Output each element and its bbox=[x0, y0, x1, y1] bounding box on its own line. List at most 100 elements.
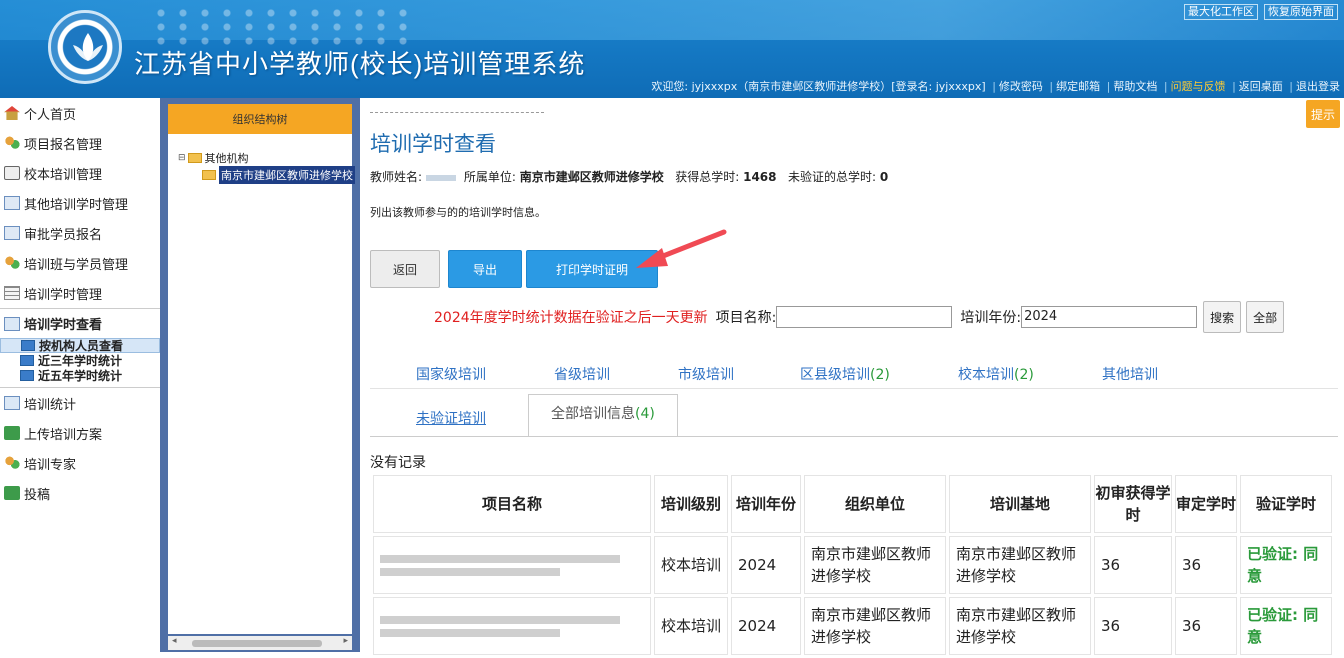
tab-other[interactable]: 其他培训 bbox=[1102, 364, 1158, 384]
tab-national[interactable]: 国家级培训 bbox=[416, 364, 486, 384]
nav-upload-plan[interactable]: 上传培训方案 bbox=[0, 418, 160, 448]
folder-icon bbox=[202, 170, 216, 180]
table-row[interactable]: 校本培训 2024 南京市建邺区教师进修学校 南京市建邺区教师进修学校 36 3… bbox=[373, 536, 1332, 594]
upload-icon bbox=[4, 426, 20, 440]
logout-link[interactable]: 退出登录 bbox=[1296, 80, 1340, 93]
nav-school-training[interactable]: 校本培训管理 bbox=[0, 158, 160, 188]
blurred-name bbox=[426, 174, 457, 181]
list-icon bbox=[20, 370, 34, 381]
org-tree-header: 组织结构树 bbox=[168, 104, 352, 134]
search-button[interactable]: 搜索 bbox=[1203, 301, 1242, 333]
table-row[interactable]: 校本培训 2024 南京市建邺区教师进修学校 南京市建邺区教师进修学校 36 3… bbox=[373, 597, 1332, 655]
edit-icon bbox=[4, 226, 20, 240]
users-icon bbox=[4, 136, 20, 150]
nav-sub-five-year[interactable]: 近五年学时统计 bbox=[0, 368, 160, 383]
tab-school[interactable]: 校本培训(2) bbox=[958, 364, 1034, 384]
tab-city[interactable]: 市级培训 bbox=[678, 364, 734, 384]
bind-email-link[interactable]: 绑定邮箱 bbox=[1056, 80, 1100, 93]
org-tree: 组织结构树 ⊟ 其他机构 南京市建邺区教师进修学校 bbox=[168, 104, 355, 634]
tab-provincial[interactable]: 省级培训 bbox=[554, 364, 610, 384]
teacher-info: 教师姓名: 所属单位: 南京市建邺区教师进修学校 获得总学时: 1468 未验证… bbox=[370, 170, 889, 184]
tab-unverified[interactable]: 未验证培训 bbox=[416, 408, 486, 428]
col-level: 培训级别 bbox=[654, 475, 728, 533]
scroll-thumb[interactable] bbox=[192, 640, 322, 647]
tip-button[interactable]: 提示 bbox=[1306, 100, 1340, 128]
nav-experts[interactable]: 培训专家 bbox=[0, 448, 160, 478]
blurred-project-name bbox=[373, 536, 651, 594]
unit-value: 南京市建邺区教师进修学校 bbox=[519, 170, 664, 184]
blurred-project-name bbox=[373, 597, 651, 655]
filter-bar: 2024年度学时统计数据在验证之后一天更新 项目名称: 培训年份: 2024 搜… bbox=[370, 301, 1344, 333]
tab-underline bbox=[370, 436, 1338, 437]
tab-all[interactable]: 全部培训信息(4) bbox=[528, 394, 678, 437]
nav-hours-view[interactable]: 培训学时查看 bbox=[0, 308, 160, 338]
help-doc-link[interactable]: 帮助文档 bbox=[1113, 80, 1157, 93]
nav-other-hours[interactable]: 其他培训学时管理 bbox=[0, 188, 160, 218]
feedback-link[interactable]: 问题与反馈 bbox=[1171, 80, 1226, 93]
tab-row-divider bbox=[370, 388, 1338, 389]
project-name-input[interactable] bbox=[776, 306, 953, 328]
table-icon bbox=[4, 286, 20, 300]
user-bar: 欢迎您: jyjxxxpx（南京市建邺区教师进修学校）[登录名: jyjxxxp… bbox=[651, 80, 1340, 93]
app-header: 江苏省中小学教师(校长)培训管理系统 最大化工作区 恢复原始界面 欢迎您: jy… bbox=[0, 0, 1344, 98]
tree-scrollbar[interactable]: ◂ ▸ bbox=[168, 636, 352, 650]
change-password-link[interactable]: 修改密码 bbox=[999, 80, 1043, 93]
verify-status: 已验证: 同意 bbox=[1240, 536, 1332, 594]
sidebar-nav: 个人首页 项目报名管理 校本培训管理 其他培训学时管理 审批学员报名 培训班与学… bbox=[0, 98, 160, 652]
logo-icon bbox=[48, 10, 122, 84]
col-project-name: 项目名称 bbox=[373, 475, 651, 533]
nav-sub-three-year[interactable]: 近三年学时统计 bbox=[0, 353, 160, 368]
home-icon bbox=[4, 106, 20, 120]
users-icon bbox=[4, 256, 20, 270]
school-icon bbox=[4, 166, 20, 180]
tree-node-school[interactable]: 南京市建邺区教师进修学校 bbox=[202, 166, 355, 184]
dashed-divider bbox=[370, 112, 544, 113]
nav-hours-management[interactable]: 培训学时管理 bbox=[0, 278, 160, 308]
nav-statistics[interactable]: 培训统计 bbox=[0, 388, 160, 418]
back-button[interactable]: 返回 bbox=[370, 250, 440, 288]
unverified-hours: 0 bbox=[879, 170, 889, 184]
tree-node-root[interactable]: ⊟ 其他机构 bbox=[178, 150, 249, 166]
welcome-text: 欢迎您: jyjxxxpx（南京市建邺区教师进修学校）[登录名: jyjxxxp… bbox=[651, 80, 986, 93]
col-verify-hours: 验证学时 bbox=[1240, 475, 1332, 533]
update-notice: 2024年度学时统计数据在验证之后一天更新 bbox=[434, 310, 708, 326]
chart-icon bbox=[4, 316, 20, 331]
nav-approve-signup[interactable]: 审批学员报名 bbox=[0, 218, 160, 248]
chart-icon bbox=[4, 396, 20, 410]
training-year-input[interactable]: 2024 bbox=[1021, 306, 1198, 328]
back-desktop-link[interactable]: 返回桌面 bbox=[1239, 80, 1283, 93]
scroll-left-icon[interactable]: ◂ bbox=[172, 636, 177, 646]
edit-icon bbox=[4, 196, 20, 210]
window-controls: 最大化工作区 恢复原始界面 bbox=[1184, 4, 1338, 20]
table-header-row: 项目名称 培训级别 培训年份 组织单位 培训基地 初审获得学时 审定学时 验证学… bbox=[373, 475, 1332, 533]
export-button[interactable]: 导出 bbox=[448, 250, 522, 288]
users-icon bbox=[4, 456, 20, 470]
org-tree-panel: 组织结构树 ⊟ 其他机构 南京市建邺区教师进修学校 ◂ ▸ bbox=[160, 98, 360, 652]
verify-status: 已验证: 同意 bbox=[1240, 597, 1332, 655]
expand-icon[interactable]: ⊟ bbox=[178, 153, 186, 163]
col-org: 组织单位 bbox=[804, 475, 946, 533]
hours-table: 项目名称 培训级别 培训年份 组织单位 培训基地 初审获得学时 审定学时 验证学… bbox=[370, 472, 1335, 658]
nav-home[interactable]: 个人首页 bbox=[0, 98, 160, 128]
nav-project-signup[interactable]: 项目报名管理 bbox=[0, 128, 160, 158]
list-icon bbox=[20, 355, 34, 366]
restore-layout-link[interactable]: 恢复原始界面 bbox=[1264, 4, 1338, 20]
maximize-workspace-link[interactable]: 最大化工作区 bbox=[1184, 4, 1258, 20]
scroll-right-icon[interactable]: ▸ bbox=[343, 636, 348, 646]
col-initial-hours: 初审获得学时 bbox=[1094, 475, 1172, 533]
header-decoration bbox=[150, 6, 410, 46]
list-icon bbox=[21, 340, 35, 351]
nav-submit[interactable]: 投稿 bbox=[0, 478, 160, 508]
nav-class-management[interactable]: 培训班与学员管理 bbox=[0, 248, 160, 278]
description: 列出该教师参与的的培训学时信息。 bbox=[370, 206, 546, 219]
main-content: 培训学时查看 提示 教师姓名: 所属单位: 南京市建邺区教师进修学校 获得总学时… bbox=[370, 98, 1344, 658]
total-hours: 1468 bbox=[743, 170, 777, 184]
nav-sub-by-org[interactable]: 按机构人员查看 bbox=[0, 338, 160, 353]
red-arrow-icon bbox=[636, 229, 727, 268]
tab-district[interactable]: 区县级培训(2) bbox=[800, 364, 890, 384]
system-title: 江苏省中小学教师(校长)培训管理系统 bbox=[134, 49, 586, 79]
folder-icon bbox=[187, 153, 202, 163]
all-button[interactable]: 全部 bbox=[1246, 301, 1285, 333]
page-title: 培训学时查看 bbox=[370, 132, 496, 156]
col-year: 培训年份 bbox=[731, 475, 801, 533]
